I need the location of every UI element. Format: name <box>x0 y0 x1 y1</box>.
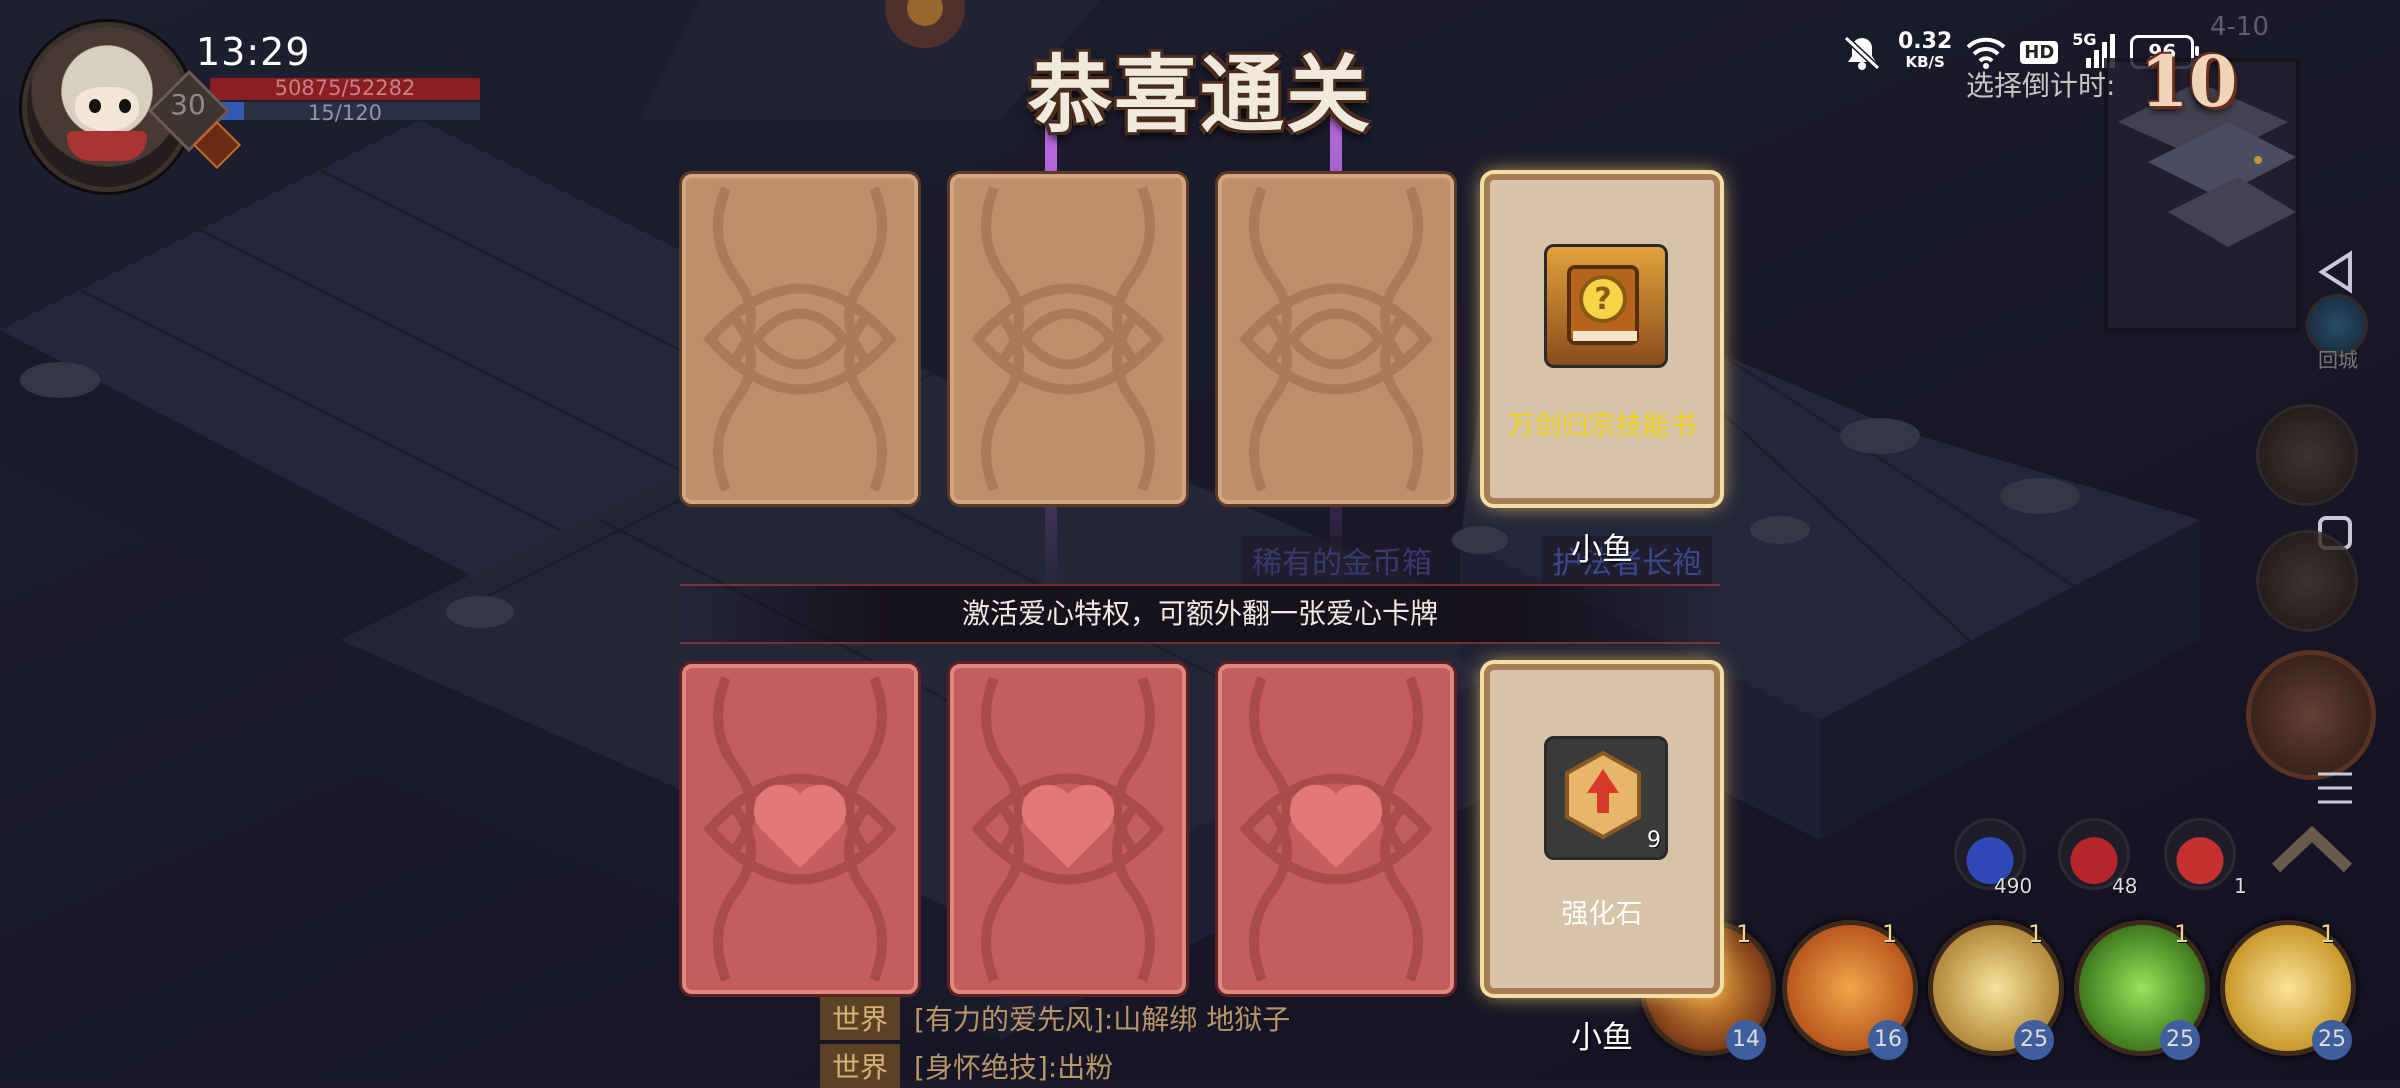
status-clock: 13:29 <box>196 30 311 74</box>
mp-text: 15/120 <box>308 101 382 125</box>
chat-text: [有力的爱先风]:山解绑 地狱子 <box>914 1003 1291 1036</box>
return-town-label: 回城 <box>2318 348 2358 372</box>
player-level: 30 <box>170 88 206 121</box>
chat-message[interactable]: 世界 [有力的爱先风]:山解绑 地狱子 <box>820 996 1290 1040</box>
reward-owner: 小鱼 <box>1571 532 1633 568</box>
potion-count: 490 <box>1994 874 2033 898</box>
chevron-up-icon[interactable] <box>2270 820 2354 884</box>
recent-apps-icon[interactable] <box>2316 768 2354 812</box>
reward-name: 万剑归宗技能书 <box>1507 411 1697 442</box>
skill-charges: 1 <box>2174 920 2190 948</box>
skill-charges: 1 <box>1882 920 1898 948</box>
skill-charges: 1 <box>2320 920 2336 948</box>
hd-badge: HD <box>2020 40 2059 64</box>
countdown-label: 选择倒计时: <box>1966 69 2116 102</box>
chat-message[interactable]: 世界 [身怀绝技]:出粉 <box>820 1044 1113 1088</box>
countdown-value: 10 <box>2140 40 2238 123</box>
skill-level: 16 <box>1868 1020 1908 1060</box>
hp-text: 50875/52282 <box>274 76 416 100</box>
red-potion-small-icon[interactable] <box>2164 818 2236 890</box>
reward-name: 强化石 <box>1561 899 1643 930</box>
item-count: 9 <box>1647 828 1661 853</box>
reward-owner: 小鱼 <box>1571 1020 1633 1056</box>
hidden-card[interactable] <box>950 174 1186 504</box>
stage-code: 4-10 <box>2210 12 2270 42</box>
skill-level: 25 <box>2160 1020 2200 1060</box>
chat-channel-tag: 世界 <box>820 996 901 1040</box>
potion-count: 48 <box>2112 874 2138 898</box>
enhance-stone-icon: 9 <box>1544 736 1668 860</box>
heart-card[interactable] <box>950 664 1186 994</box>
skill-level: 25 <box>2312 1020 2352 1060</box>
network-speed: 0.32 KB/S <box>1898 29 1953 72</box>
skill-charges: 1 <box>2028 920 2044 948</box>
bag-button[interactable] <box>2256 530 2358 632</box>
mute-icon <box>1840 32 1884 72</box>
heart-card[interactable] <box>1218 664 1454 994</box>
reward-card-enhance-stone: 9 强化石 <box>1484 664 1720 994</box>
potion-count: 1 <box>2234 874 2247 898</box>
heart-privilege-hint[interactable]: 激活爱心特权，可额外翻一张爱心卡牌 <box>680 592 1720 632</box>
map-label-gold-chest: 稀有的金币箱 <box>1242 536 1442 584</box>
svg-text:?: ? <box>1594 282 1611 317</box>
heart-card[interactable] <box>682 664 918 994</box>
skill-level: 14 <box>1726 1020 1766 1060</box>
skill-level: 25 <box>2014 1020 2054 1060</box>
reward-card-skill-book: ? 万剑归宗技能书 <box>1484 174 1720 504</box>
hidden-card[interactable] <box>1218 174 1454 504</box>
inventory-button[interactable] <box>2256 404 2358 506</box>
chat-channel-tag: 世界 <box>820 1044 901 1088</box>
skill-charges: 1 <box>1736 920 1752 948</box>
grab-button[interactable] <box>2246 650 2376 780</box>
back-icon[interactable] <box>2316 250 2356 298</box>
hidden-card[interactable] <box>682 174 918 504</box>
clear-title: 恭喜通关 <box>1027 45 1372 144</box>
skill-book-icon: ? <box>1544 244 1668 368</box>
chat-text: [身怀绝技]:出粉 <box>914 1051 1114 1084</box>
overlay-dim <box>0 0 2400 1080</box>
